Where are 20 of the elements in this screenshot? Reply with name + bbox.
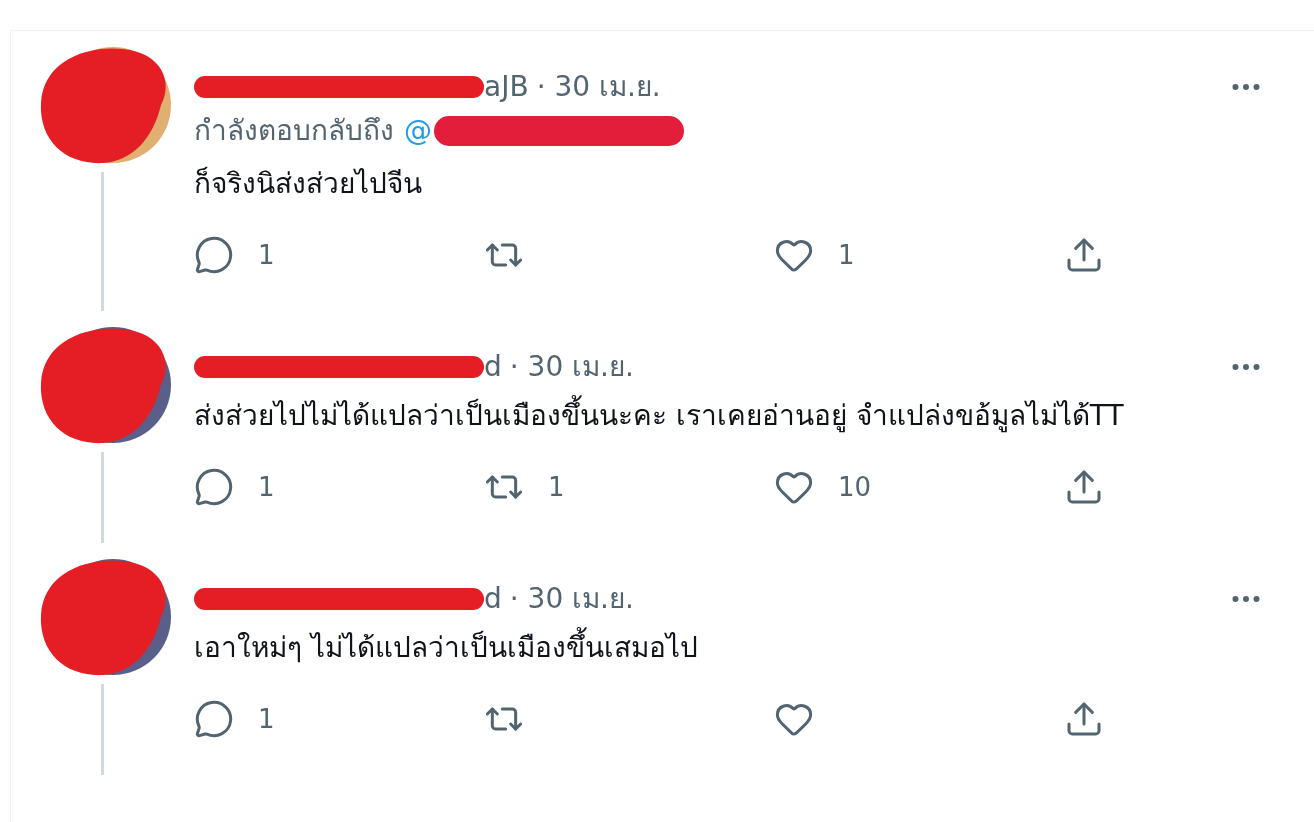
action-count: 1: [258, 238, 275, 272]
handle: d: [484, 585, 502, 613]
tweet-text: ส่งส่วยไปไม่ได้แปลว่าเป็นเมืองขึ้นนะคะ เราเคยอ่านอยู่ จำแปล่งขอ้มูลไม่ได้TT: [194, 393, 1264, 439]
tweet-text: ก็จริงนิส่งส่วยไปจีน: [194, 165, 423, 202]
tweet-date: · 30 เม.ย.: [536, 73, 661, 101]
tweet-date: · 30 เม.ย.: [509, 585, 634, 613]
action-count: 1: [838, 238, 855, 272]
reply-icon[interactable]: [194, 699, 234, 739]
replying-to-label: กำลังตอบกลับถึง: [194, 113, 394, 149]
action-count: 1: [258, 470, 275, 504]
tweet-date: · 30 เม.ย.: [509, 353, 634, 381]
reply-icon[interactable]: [194, 467, 234, 507]
action-count: 1: [548, 470, 565, 504]
handle: aJB: [484, 73, 529, 101]
action-count: 10: [838, 470, 872, 504]
handle: d: [484, 353, 502, 381]
mention-link[interactable]: @: [404, 110, 432, 152]
reply-icon[interactable]: [194, 235, 234, 275]
action-count: 1: [258, 702, 275, 736]
tweet-text: เอาใหม่ๆ ไม่ได้แปลว่าเป็นเมืองขึ้นเสมอไป: [194, 625, 1264, 671]
